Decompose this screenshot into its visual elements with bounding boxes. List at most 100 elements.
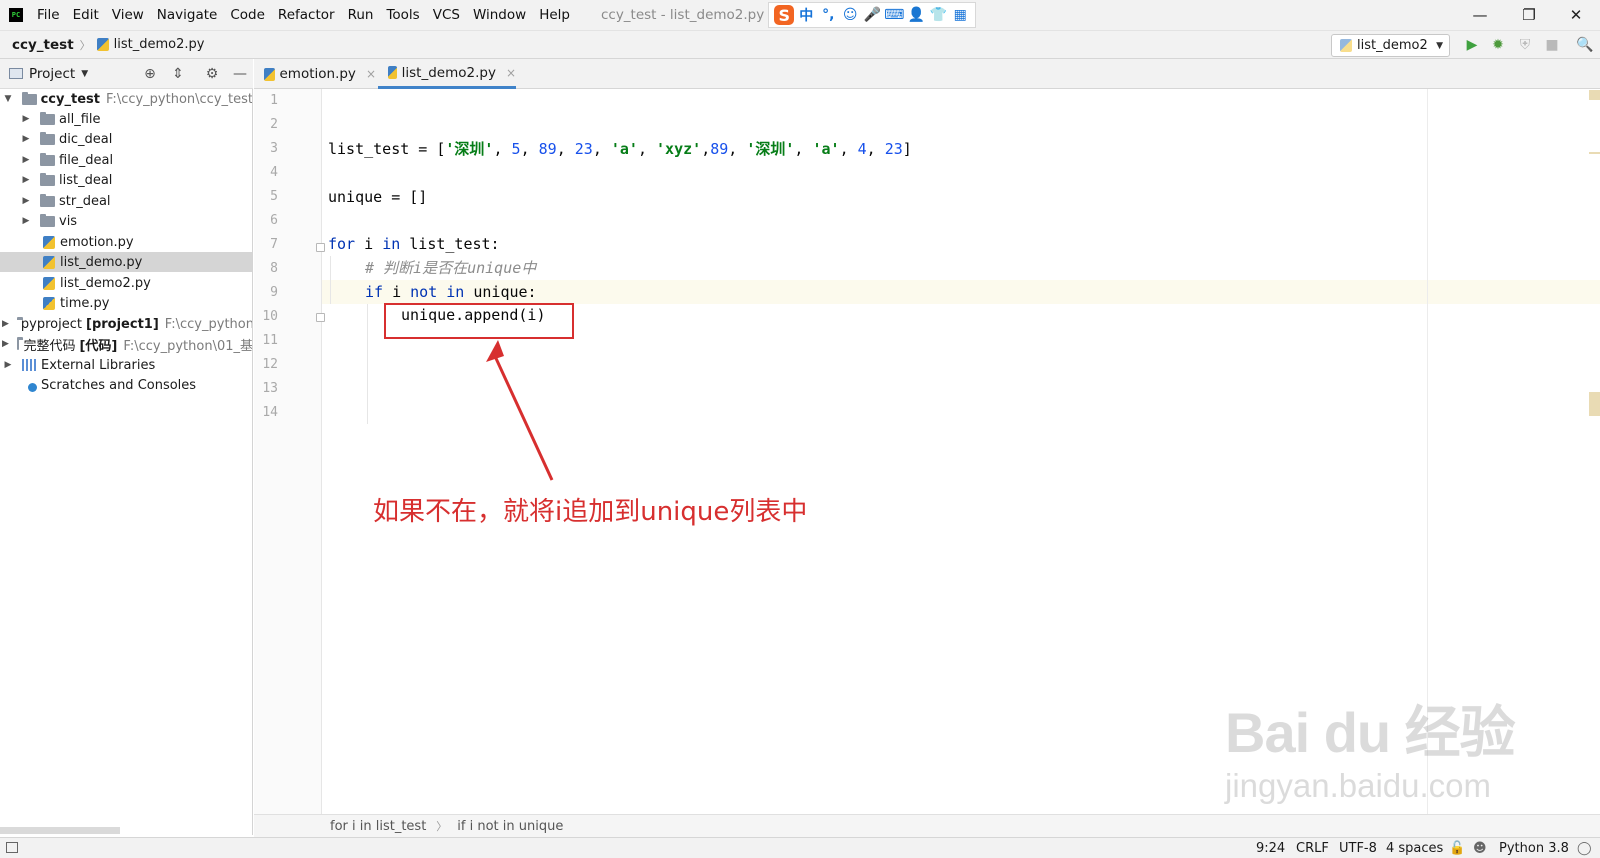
tree-folder-file-deal[interactable]: ▶ file_deal [0,150,252,170]
ime-toolbox-icon[interactable]: ▦ [950,5,970,25]
tree-folder-vis[interactable]: ▶ vis [0,211,252,231]
tree-file-list-demo[interactable]: list_demo.py [0,252,252,272]
debug-icon[interactable]: ✹ [1489,36,1507,54]
search-icon[interactable]: 🔍 [1576,36,1594,54]
line-number: 14 [262,405,278,420]
menu-refactor[interactable]: Refactor [278,7,335,23]
minimize-button[interactable]: — [1457,0,1503,30]
inspector-icon[interactable]: ☻ [1473,841,1487,856]
collapse-all-icon[interactable]: ⇕ [169,65,187,83]
close-tab-icon[interactable]: × [366,67,376,81]
expand-arrow-icon[interactable]: ▶ [20,175,32,185]
nav-crumb-file[interactable]: list_demo2.py [114,37,205,52]
expand-arrow-icon[interactable]: ▼ [2,94,14,104]
expand-arrow-icon[interactable]: ▶ [20,134,32,144]
stop-icon[interactable]: ■ [1543,36,1561,54]
notifications-icon[interactable]: ◯ [1577,841,1592,856]
code-breadcrumb-item[interactable]: if i not in unique [457,819,563,834]
ime-keyboard-icon[interactable]: ⌨ [884,5,904,25]
expand-arrow-icon[interactable]: ▶ [20,196,32,206]
expand-arrow-icon[interactable]: ▶ [20,216,32,226]
tree-root-full-code[interactable]: ▶ 完整代码 [代码] F:\ccy_python\01_基 [0,334,252,354]
menu-view[interactable]: View [112,7,144,23]
project-view-title[interactable]: Project [29,66,75,82]
ime-punctuation-icon[interactable]: °, [818,5,838,25]
pycharm-logo-icon: PC [9,8,23,22]
code-token: unique: [464,283,537,301]
code-token: , [839,140,858,158]
fold-marker-icon[interactable] [316,243,325,252]
ime-microphone-icon[interactable]: 🎤 [862,5,882,25]
expand-arrow-icon[interactable]: ▶ [20,114,32,124]
tab-list-demo2-py[interactable]: list_demo2.py × [378,59,516,89]
python-file-icon [1340,39,1352,52]
coverage-icon[interactable]: ⛨ [1516,36,1534,54]
status-encoding[interactable]: UTF-8 [1339,841,1377,856]
tree-file-list-demo2[interactable]: list_demo2.py [0,273,252,293]
tree-root-ccy-test[interactable]: ▼ ccy_test F:\ccy_python\ccy_test [0,89,252,109]
close-window-button[interactable]: ✕ [1553,0,1599,30]
restore-button[interactable]: ❐ [1506,0,1552,30]
tree-folder-all-file[interactable]: ▶ all_file [0,109,252,129]
tree-item-label: list_demo.py [60,254,143,270]
chevron-down-icon[interactable]: ▼ [81,69,88,79]
tree-file-emotion[interactable]: emotion.py [0,232,252,252]
menu-vcs[interactable]: VCS [433,7,460,23]
editor-gutter[interactable]: 1 2 3 4 5 6 7 8 9 10 11 12 13 14 [254,89,325,814]
close-tab-icon[interactable]: × [506,66,516,80]
tree-file-time[interactable]: time.py [0,293,252,313]
ime-chinese-mode-icon[interactable]: 中 [796,5,816,25]
scrollbar-thumb[interactable] [1589,392,1600,416]
scrollbar-marker[interactable] [1589,90,1600,100]
tree-item-tag: [代码] [79,338,118,354]
sogou-logo-icon[interactable]: S [774,5,795,25]
gear-icon[interactable]: ⚙ [203,65,221,83]
menu-code[interactable]: Code [230,7,265,23]
locate-file-icon[interactable]: ⊕ [141,65,159,83]
expand-arrow-icon[interactable]: ▶ [2,360,14,370]
menu-file[interactable]: File [37,7,60,23]
unlock-icon[interactable]: 🔓 [1449,841,1465,856]
tree-folder-str-deal[interactable]: ▶ str_deal [0,191,252,211]
scrollbar-marker[interactable] [1589,152,1600,154]
expand-arrow-icon[interactable]: ▶ [2,319,9,329]
menu-run[interactable]: Run [348,7,374,23]
expand-arrow-icon[interactable]: ▶ [2,339,9,349]
scratches-icon [22,378,37,392]
tree-folder-dic-deal[interactable]: ▶ dic_deal [0,129,252,149]
ime-toolbar[interactable]: S 中 °, ☺ 🎤 ⌨ 👤 👕 ▦ [768,2,977,28]
tree-external-libraries[interactable]: ▶ External Libraries [0,355,252,375]
tree-item-label: str_deal [59,193,111,209]
status-interpreter[interactable]: Python 3.8 [1499,841,1569,856]
window-title: ccy_test - list_demo2.py [600,7,765,23]
tree-root-pyproject[interactable]: ▶ pyproject [project1] F:\ccy_python [0,314,252,334]
tree-scratches-consoles[interactable]: Scratches and Consoles [0,375,252,395]
hide-panel-icon[interactable]: — [231,65,249,83]
ime-emoji-icon[interactable]: ☺ [840,5,860,25]
status-line-separator[interactable]: CRLF [1296,841,1329,856]
tree-item-label: vis [59,213,78,229]
fold-marker-icon[interactable] [316,313,325,322]
menu-help[interactable]: Help [539,7,570,23]
menu-navigate[interactable]: Navigate [157,7,218,23]
menu-tools[interactable]: Tools [386,7,419,23]
run-configuration-select[interactable]: list_demo2 ▼ [1331,34,1450,57]
status-indent[interactable]: 4 spaces [1386,841,1443,856]
nav-crumb-project[interactable]: ccy_test [12,37,74,53]
code-breadcrumb-item[interactable]: for i in list_test [330,819,426,834]
status-caret-position[interactable]: 9:24 [1256,841,1285,856]
ime-skin-icon[interactable]: 👕 [928,5,948,25]
code-token: i [355,235,383,253]
code-token: , [592,140,611,158]
ime-user-icon[interactable]: 👤 [906,5,926,25]
tool-windows-toggle-icon[interactable] [6,842,18,853]
menu-edit[interactable]: Edit [73,7,99,23]
code-token: list_test: [400,235,500,253]
tab-emotion-py[interactable]: emotion.py × [254,59,376,89]
expand-arrow-icon[interactable]: ▶ [20,155,32,165]
code-keyword: in [446,283,465,301]
run-icon[interactable]: ▶ [1463,36,1481,54]
horizontal-scrollbar[interactable] [0,827,120,834]
menu-window[interactable]: Window [473,7,526,23]
tree-folder-list-deal[interactable]: ▶ list_deal [0,170,252,190]
